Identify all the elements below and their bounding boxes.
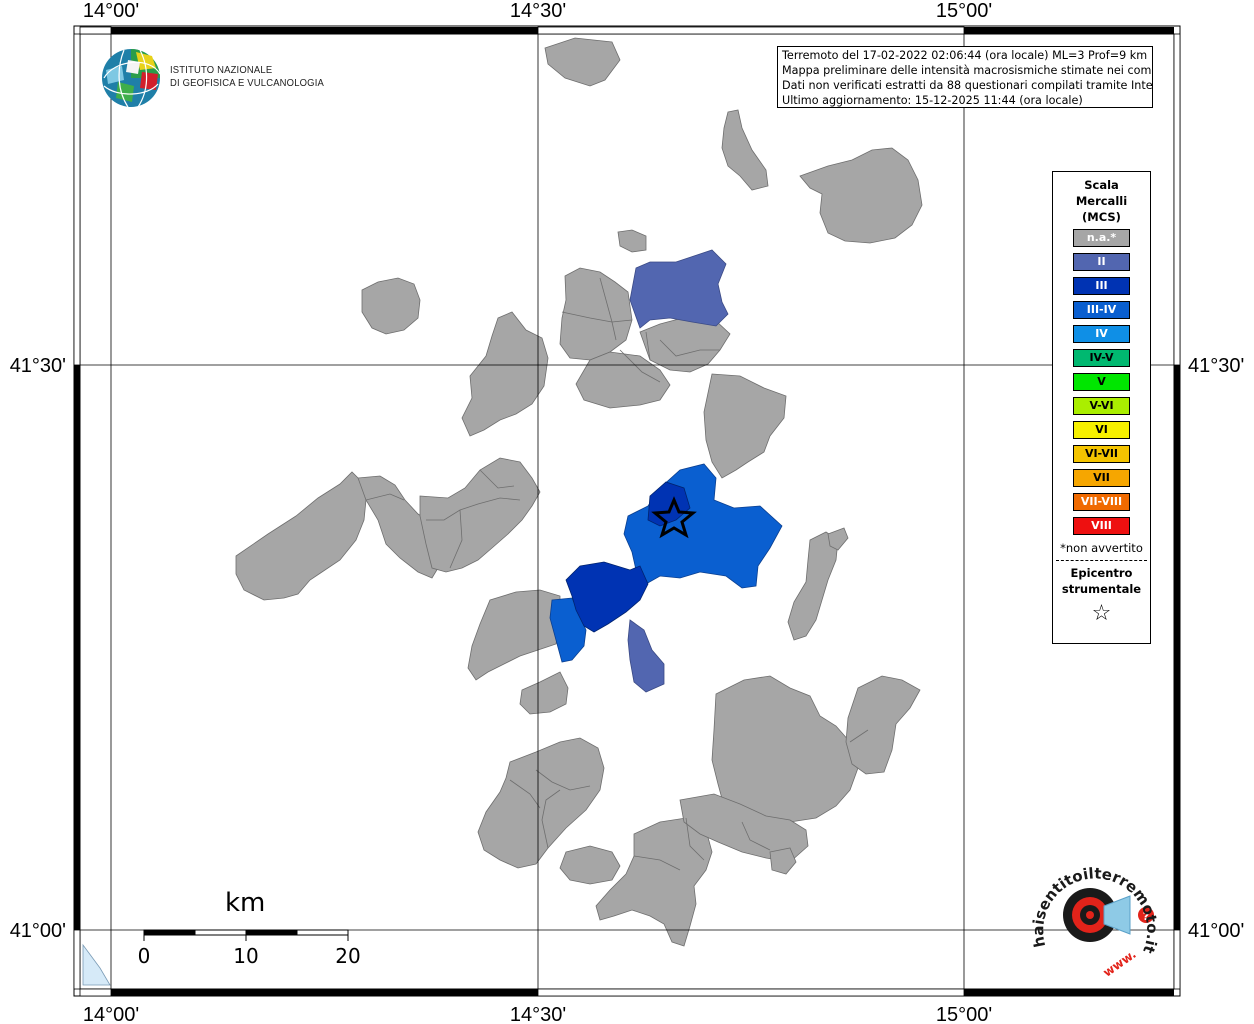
earthquake-info-box: Terremoto del 17-02-2022 02:06:44 (ora l… bbox=[777, 46, 1153, 108]
info-line: Mappa preliminare delle intensità macros… bbox=[782, 64, 1153, 77]
legend-item: VIII bbox=[1073, 517, 1130, 535]
legend-epicenter-label: Epicentro strumentale bbox=[1053, 565, 1150, 597]
scale-label: 0 bbox=[137, 944, 151, 968]
scale-label: 10 bbox=[233, 944, 259, 968]
info-line: Dati non verificati estratti da 88 quest… bbox=[782, 79, 1153, 92]
legend-item: III-IV bbox=[1073, 301, 1130, 319]
legend-item: IV-V bbox=[1073, 349, 1130, 367]
legend-item: VII bbox=[1073, 469, 1130, 487]
longitude-label-top: 14°00' bbox=[83, 0, 139, 22]
municipality-intensity-iii-iv bbox=[623, 463, 783, 589]
municipality-intensity-ii bbox=[629, 249, 729, 329]
scale-unit: km bbox=[225, 888, 266, 918]
longitude-label-top: 15°00' bbox=[936, 0, 992, 22]
info-line: Terremoto del 17-02-2022 02:06:44 (ora l… bbox=[782, 49, 1148, 62]
map-frame bbox=[73, 25, 1181, 997]
legend-item: VI bbox=[1073, 421, 1130, 439]
legend-title: Scala Mercalli (MCS) bbox=[1053, 177, 1150, 225]
legend-item: III bbox=[1073, 277, 1130, 295]
municipalities-not-available bbox=[235, 37, 923, 947]
legend-epicenter-line: strumentale bbox=[1061, 582, 1142, 596]
mcs-legend: Scala Mercalli (MCS) n.a.* II III III-IV IV I… bbox=[1052, 171, 1151, 644]
sea-area bbox=[82, 943, 111, 986]
scale-bar bbox=[143, 929, 349, 941]
epicenter-star-icon: ☆ bbox=[1091, 601, 1112, 626]
latitude-label-right: 41°00' bbox=[1188, 920, 1244, 942]
legend-item: VII-VIII bbox=[1073, 493, 1130, 511]
legend-title-line: Scala bbox=[1084, 178, 1119, 192]
legend-item: II bbox=[1073, 253, 1130, 271]
legend-item: VI-VII bbox=[1073, 445, 1130, 463]
svg-text:www.: www. bbox=[1100, 947, 1138, 980]
legend-title-line: (MCS) bbox=[1082, 210, 1121, 224]
legend-item: V bbox=[1073, 373, 1130, 391]
latitude-label-left: 41°30' bbox=[10, 355, 66, 377]
longitude-label-bottom: 15°00' bbox=[936, 1004, 992, 1024]
ingv-globe-icon bbox=[102, 49, 161, 108]
info-line: Ultimo aggiornamento: 15-12-2025 11:44 (… bbox=[782, 94, 1083, 107]
legend-items: n.a.* II III III-IV IV IV-V V V-VI VI VI-VII VII VI… bbox=[1053, 229, 1150, 535]
legend-item: n.a.* bbox=[1073, 229, 1130, 247]
ingv-name-line2: DI GEOFISICA E VULCANOLOGIA bbox=[170, 77, 324, 89]
ingv-name-line1: ISTITUTO NAZIONALE bbox=[170, 64, 273, 76]
ingv-logo-text: ISTITUTO NAZIONALE DI GEOFISICA E VULCAN… bbox=[170, 64, 324, 90]
legend-divider bbox=[1056, 560, 1147, 561]
haisentitoilterremoto-logo: ? haisentitoilterremoto.it www. bbox=[1029, 864, 1161, 979]
graticule bbox=[80, 34, 1174, 989]
latitude-label-left: 41°00' bbox=[10, 920, 66, 942]
scale-label: 20 bbox=[335, 944, 361, 968]
longitude-label-bottom: 14°30' bbox=[510, 1004, 566, 1024]
legend-item: IV bbox=[1073, 325, 1130, 343]
legend-title-line: Mercalli bbox=[1075, 194, 1128, 208]
longitude-label-bottom: 14°00' bbox=[83, 1004, 139, 1024]
municipality-intensity-ii bbox=[627, 619, 665, 693]
legend-epicenter-line: Epicentro bbox=[1070, 566, 1133, 580]
latitude-label-right: 41°30' bbox=[1188, 355, 1244, 377]
legend-item: V-VI bbox=[1073, 397, 1130, 415]
longitude-label-top: 14°30' bbox=[510, 0, 566, 22]
legend-note: *non avvertito bbox=[1060, 541, 1143, 555]
